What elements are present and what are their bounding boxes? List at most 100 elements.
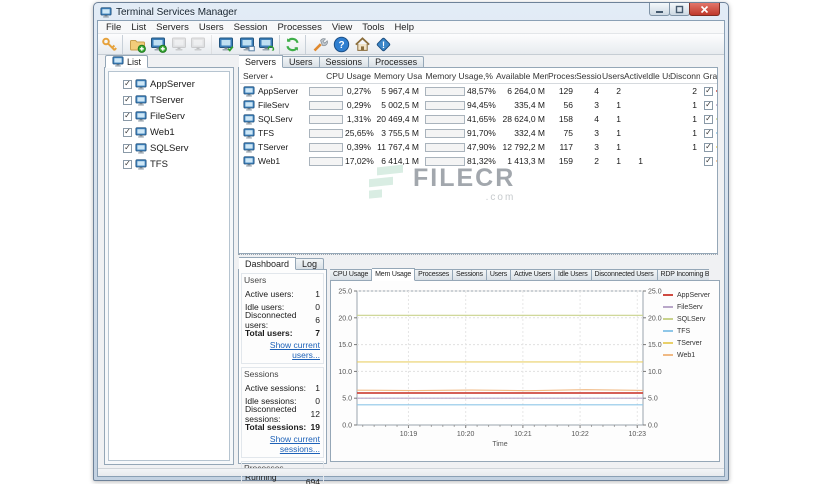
main-tab-label: Users: [289, 57, 313, 67]
menu-item[interactable]: Tools: [357, 21, 389, 34]
server-icon: [243, 85, 255, 97]
minimize-icon[interactable]: [649, 3, 670, 16]
filecr-logo-icon: [369, 164, 403, 204]
key-icon[interactable]: [101, 34, 123, 54]
help-icon[interactable]: ?: [331, 35, 352, 54]
cpu-usage-value: 25,65%: [345, 128, 374, 138]
chart-tab[interactable]: Users: [486, 269, 512, 281]
available-mem-value: 6 264,0 M: [507, 86, 545, 96]
server-checkbox[interactable]: [123, 143, 132, 153]
menu-item[interactable]: View: [327, 21, 357, 34]
graph-checkbox[interactable]: [704, 86, 713, 96]
menu-item[interactable]: List: [126, 21, 151, 34]
svg-text:0.0: 0.0: [648, 423, 658, 430]
server-name: SQLServ: [150, 142, 189, 154]
col-processes[interactable]: Process...: [548, 71, 576, 81]
main-tab[interactable]: Sessions: [319, 56, 370, 68]
server-checkbox[interactable]: [123, 111, 132, 121]
col-users[interactable]: Users: [602, 71, 624, 81]
stat-row: Running processes: 694: [245, 471, 320, 484]
show-current-sessions-link[interactable]: Show current sessions...: [245, 434, 320, 454]
dashboard-tab[interactable]: Log: [296, 258, 325, 270]
about-icon[interactable]: !: [373, 35, 394, 54]
tab-list[interactable]: List: [105, 55, 149, 68]
memory-usage-value: 11 767,4 M: [377, 142, 419, 152]
add-server-icon[interactable]: [148, 35, 169, 54]
chart-tab[interactable]: RDP Incoming Bytes: [657, 269, 709, 281]
show-current-users-link[interactable]: Show current users...: [245, 340, 320, 360]
dashboard-tab[interactable]: Dashboard: [239, 257, 297, 270]
server-tree-item[interactable]: FileServ: [109, 108, 229, 124]
cpu-usage-bar: [309, 86, 343, 96]
add-group-icon[interactable]: [127, 35, 148, 54]
menu-item[interactable]: Users: [194, 21, 229, 34]
refresh-icon[interactable]: [284, 34, 306, 54]
sessions-value: 4: [594, 114, 599, 124]
menu-item[interactable]: File: [101, 21, 126, 34]
chart-tab[interactable]: Disconnected Users: [591, 269, 658, 281]
graph-checkbox[interactable]: [704, 100, 713, 110]
chart-tab[interactable]: CPU Usage: [330, 269, 373, 281]
titlebar[interactable]: Terminal Services Manager: [94, 3, 728, 20]
graph-checkbox[interactable]: [704, 114, 713, 124]
menu-item[interactable]: Session: [229, 21, 273, 34]
menu-item[interactable]: Help: [389, 21, 419, 34]
table-row[interactable]: Web1 17,02% 6 414,1 M 81,32% 1 413,3 M 1…: [240, 154, 717, 168]
table-row[interactable]: SQLServ 1,31% 20 469,4 M 41,65% 28 624,0…: [240, 112, 717, 126]
main-tab[interactable]: Processes: [369, 56, 425, 68]
server-checkbox[interactable]: [123, 79, 132, 89]
maximize-icon[interactable]: [669, 3, 690, 16]
col-available-mem[interactable]: Available Mem...: [496, 71, 548, 81]
table-row[interactable]: FileServ 0,29% 5 002,5 M 94,45% 335,4 M …: [240, 98, 717, 112]
server-name: TFS: [258, 128, 275, 138]
menu-item[interactable]: Servers: [151, 21, 194, 34]
graph-checkbox[interactable]: [704, 156, 713, 166]
available-mem-value: 12 792,2 M: [502, 142, 545, 152]
menu-item[interactable]: Processes: [272, 21, 326, 34]
server-tree-item[interactable]: AppServer: [109, 76, 229, 92]
memory-usage-bar: [425, 100, 465, 110]
col-graph[interactable]: Graph: [700, 71, 717, 81]
col-idle-users[interactable]: Idle Users: [646, 71, 670, 81]
table-row[interactable]: TServer 0,39% 11 767,4 M 47,90% 12 792,2…: [240, 140, 717, 154]
col-sessions[interactable]: Sessions: [576, 71, 602, 81]
col-disconnected[interactable]: Disconne...: [670, 71, 700, 81]
edit-server-icon[interactable]: [169, 35, 190, 54]
chart-tab[interactable]: Sessions: [453, 269, 487, 281]
table-row[interactable]: TFS 25,65% 3 755,5 M 91,70% 332,4 M 75 3…: [240, 126, 717, 140]
horizontal-splitter[interactable]: [238, 254, 718, 255]
server-checkbox[interactable]: [123, 159, 132, 169]
settings-icon[interactable]: [310, 35, 331, 54]
col-active-users[interactable]: Active ...: [624, 71, 646, 81]
server-checkbox[interactable]: [123, 127, 132, 137]
col-memory-usage-pct[interactable]: Memory Usage,%: [422, 71, 496, 81]
main-tab[interactable]: Servers: [239, 55, 284, 68]
col-memory-usage[interactable]: Memory Usa...: [374, 71, 422, 81]
chart-tab[interactable]: Mem Usage: [372, 268, 416, 281]
server-tree-item[interactable]: Web1: [109, 124, 229, 140]
server-checkbox[interactable]: [123, 95, 132, 105]
col-server[interactable]: Server ▴: [240, 71, 306, 81]
home-icon[interactable]: [352, 35, 373, 54]
main-tab[interactable]: Users: [283, 56, 320, 68]
remove-server-icon[interactable]: [190, 34, 212, 54]
memory-usage-pct-value: 48,57%: [467, 86, 496, 96]
legend-entry: FileServ: [663, 301, 719, 313]
server-tree-item[interactable]: TServer: [109, 92, 229, 108]
server-tree-item[interactable]: SQLServ: [109, 140, 229, 156]
server-tree-item[interactable]: TFS: [109, 156, 229, 172]
chart-tab[interactable]: Active Users: [511, 269, 555, 281]
connect-icon[interactable]: [216, 35, 237, 54]
graph-checkbox[interactable]: [704, 128, 713, 138]
chart-tab[interactable]: Processes: [415, 269, 453, 281]
stat-row: Active sessions: 1: [245, 382, 320, 393]
close-icon[interactable]: [689, 3, 720, 16]
legend-color-icon: [663, 294, 673, 296]
reconnect-icon[interactable]: [258, 34, 280, 54]
chart-tab[interactable]: Idle Users: [554, 269, 592, 281]
graph-checkbox[interactable]: [704, 142, 713, 152]
col-cpu-usage[interactable]: CPU Usage: [306, 71, 374, 81]
table-row[interactable]: AppServer 0,27% 5 967,4 M 48,57% 6 264,0…: [240, 84, 717, 98]
dashboard-panel: Users Active users: 1 Idle users: 0 Disc…: [238, 269, 327, 484]
disconnect-icon[interactable]: [237, 35, 258, 54]
